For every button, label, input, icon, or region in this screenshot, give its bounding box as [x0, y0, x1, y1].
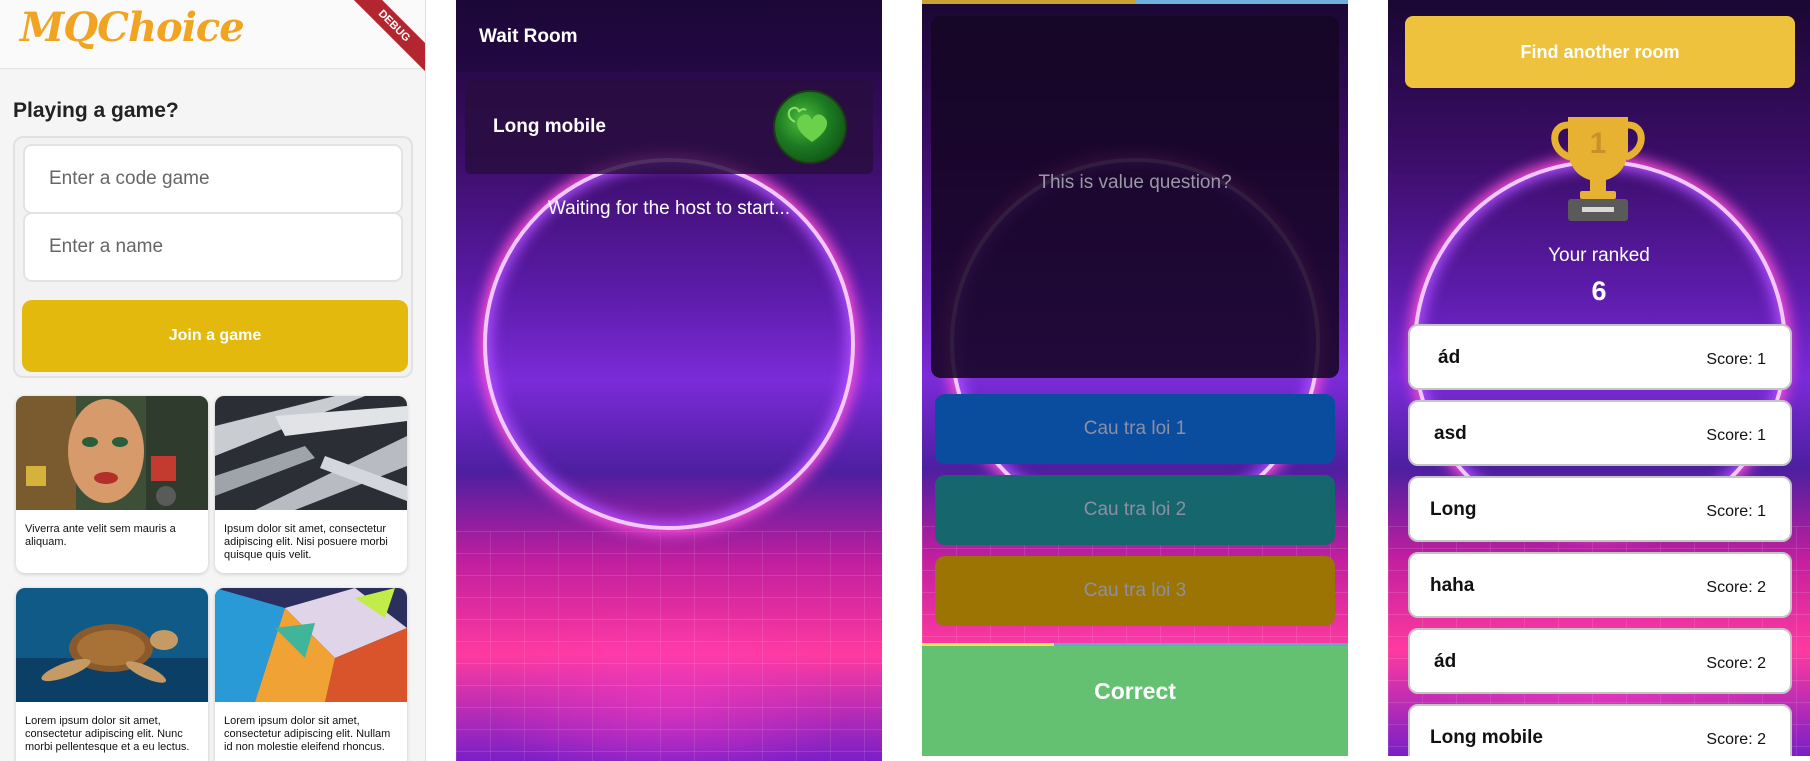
avatar	[773, 90, 847, 164]
name-field[interactable]	[23, 212, 403, 282]
player-name: Long	[1430, 499, 1477, 520]
card-caption: Ipsum dolor sit amet, consectetur adipis…	[224, 523, 388, 561]
rank-label: Your ranked	[1548, 245, 1650, 266]
game-card[interactable]: Ipsum dolor sit amet, consectetur adipis…	[215, 396, 407, 573]
trophy-icon: 1	[1551, 117, 1645, 221]
home-screen: MQChoice DEBUG Playing a game? Join a ga…	[0, 0, 426, 761]
card-image	[16, 396, 208, 510]
find-another-room-button[interactable]: Find another room	[1405, 16, 1795, 88]
debug-banner: DEBUG	[340, 0, 425, 80]
heart-leaf-icon	[787, 106, 828, 142]
game-card[interactable]: Lorem ipsum dolor sit amet, consectetur …	[16, 588, 208, 761]
player-score: Score: 1	[1706, 351, 1766, 368]
player-name: ád	[1438, 347, 1461, 368]
card-image	[215, 396, 407, 510]
answer-button-1[interactable]: Cau tra loi 1	[935, 394, 1335, 464]
join-game-button[interactable]: Join a game	[22, 300, 408, 372]
ranking-screen: Find another room 1 Your ranked 6 ád Sco…	[1388, 0, 1810, 756]
player-score: Score: 1	[1706, 503, 1766, 520]
top-progress-bar	[922, 0, 1348, 4]
game-card[interactable]: Viverra ante velit sem mauris a aliquam.	[16, 396, 208, 573]
leaderboard-row: Long Score: 1	[1408, 476, 1792, 542]
trophy-number: 1	[1590, 127, 1607, 160]
code-field[interactable]	[23, 144, 403, 214]
question-text: This is value question?	[1038, 172, 1232, 193]
answer-button-2[interactable]: Cau tra loi 2	[935, 475, 1335, 545]
leaderboard-row: haha Score: 2	[1408, 552, 1792, 618]
player-score: Score: 1	[1706, 427, 1766, 444]
rank-value: 6	[1591, 276, 1607, 306]
wait-room-screen: Wait Room Long mobile Waiting for the ho…	[456, 0, 882, 761]
top-progress-fill	[922, 0, 1135, 4]
player-score: Score: 2	[1706, 579, 1766, 596]
player-score: Score: 2	[1706, 731, 1766, 748]
question-box: This is value question?	[931, 16, 1339, 378]
player-score: Score: 2	[1706, 655, 1766, 672]
game-card[interactable]: Lorem ipsum dolor sit amet, consectetur …	[215, 588, 407, 761]
code-input[interactable]	[25, 146, 401, 212]
page-heading: Playing a game?	[13, 99, 179, 122]
waiting-status: Waiting for the host to start...	[547, 198, 791, 219]
neon-floor	[456, 531, 882, 761]
card-caption: Viverra ante velit sem mauris a aliquam.	[25, 523, 176, 548]
leaderboard-row: asd Score: 1	[1408, 400, 1792, 466]
player-name: Long mobile	[493, 116, 606, 137]
answer-button-3[interactable]: Cau tra loi 3	[935, 556, 1335, 626]
card-caption: Lorem ipsum dolor sit amet, consectetur …	[224, 715, 391, 753]
name-input[interactable]	[25, 214, 401, 280]
player-name: ád	[1434, 651, 1457, 672]
page-title: Wait Room	[479, 26, 578, 47]
leaderboard-row: ád Score: 1	[1408, 324, 1792, 390]
question-screen: This is value question? Cau tra loi 1 Ca…	[922, 0, 1348, 756]
player-card: Long mobile	[465, 80, 873, 174]
leaderboard-row: Long mobile Score: 2	[1408, 704, 1792, 756]
app-logo: MQChoice	[20, 4, 245, 51]
player-name: asd	[1434, 423, 1467, 444]
card-image	[16, 588, 208, 702]
leaderboard-row: ád Score: 2	[1408, 628, 1792, 694]
card-image	[215, 588, 407, 702]
card-caption: Lorem ipsum dolor sit amet, consectetur …	[25, 715, 190, 753]
result-banner: Correct	[922, 646, 1348, 756]
player-name: haha	[1430, 575, 1475, 596]
join-form: Join a game	[13, 136, 413, 378]
player-name: Long mobile	[1430, 727, 1543, 748]
app-bar: MQChoice DEBUG	[0, 0, 425, 80]
